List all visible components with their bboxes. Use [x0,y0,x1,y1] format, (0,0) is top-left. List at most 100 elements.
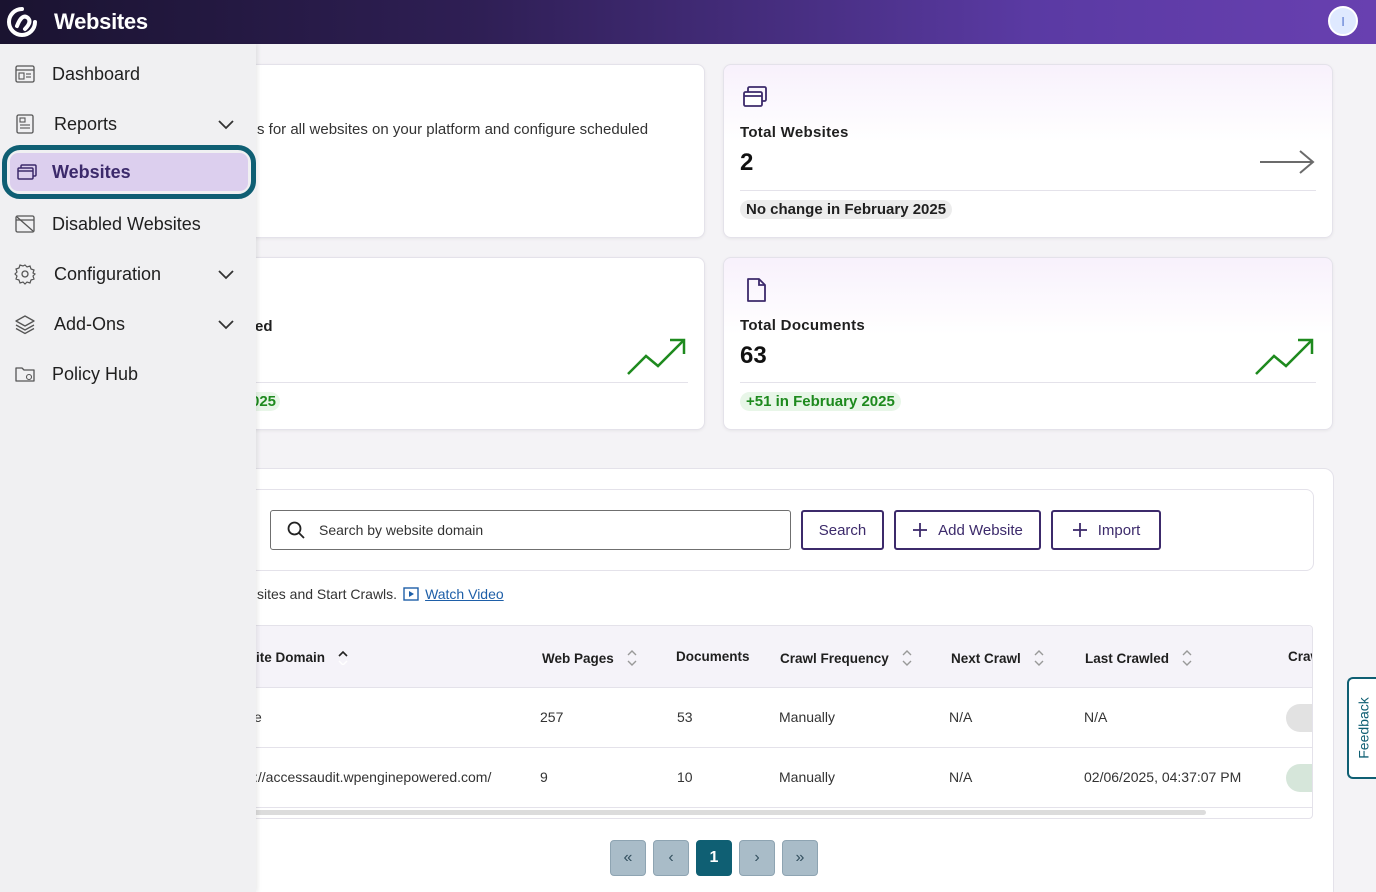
arrow-right-icon[interactable] [1258,149,1316,175]
sidebar-item-label: Policy Hub [52,363,139,384]
sidebar-item-label: Dashboard [52,63,141,84]
search-button[interactable]: Search [801,510,884,550]
feedback-tab[interactable]: Feedback [1347,677,1376,779]
websites-icon [17,164,37,180]
cell-documents: 53 [677,709,693,725]
cell-web-pages: 9 [540,769,548,785]
crawl-toggle[interactable] [1286,764,1312,792]
total-documents-label: Total Documents [740,317,866,334]
help-row: sites and Start Crawls. Watch Video [257,586,504,602]
column-documents: Documents [676,649,750,664]
column-last-crawled[interactable]: Last Crawled [1085,649,1193,667]
search-placeholder: Search by website domain [319,522,484,538]
sidebar: Dashboard Reports Websites Disabled Webs… [0,44,256,892]
chevron-down-icon[interactable] [216,264,236,284]
gear-icon [14,264,36,285]
total-documents-value: 63 [740,342,767,369]
column-web-pages-label: Web Pages [542,650,614,666]
disabled-websites-icon [15,215,35,233]
intro-card: s for all websites on your platform and … [246,64,705,238]
top-bar: Websites I [0,0,1376,44]
sort-icon[interactable] [626,649,638,667]
dashboard-icon [15,65,35,83]
cell-last-crawled: N/A [1084,709,1108,725]
add-website-button[interactable]: Add Website [894,510,1041,550]
column-crawl-frequency-label: Crawl Frequency [780,650,889,666]
user-avatar[interactable]: I [1328,6,1358,36]
table-row[interactable]: e 257 53 Manually N/A N/A [248,688,1312,748]
page-title: Websites [54,9,148,34]
column-documents-label: Documents [676,649,750,664]
column-last-crawled-label: Last Crawled [1085,650,1170,666]
import-label: Import [1097,521,1141,539]
sidebar-item-disabled-websites[interactable]: Disabled Websites [0,202,256,246]
plus-icon [1072,523,1087,537]
search-input[interactable]: Search by website domain [270,510,791,550]
pages-label-partial: ed [255,318,273,335]
crawl-toggle[interactable] [1286,704,1312,732]
page-1-button[interactable]: 1 [696,840,732,876]
chevron-down-icon[interactable] [216,314,236,334]
total-pages-card[interactable]: ed 025 [246,257,705,430]
first-page-button[interactable]: « [610,840,646,876]
sidebar-item-add-ons[interactable]: Add-Ons [0,302,256,346]
reports-icon [16,114,34,134]
sort-icon[interactable] [1033,649,1045,667]
next-page-button[interactable]: › [739,840,775,876]
pagination: « ‹ 1 › » [610,840,818,876]
sidebar-item-reports[interactable]: Reports [0,102,256,146]
total-documents-card[interactable]: Total Documents 63 +51 in February 2025 [723,257,1333,430]
sort-icon[interactable] [901,649,913,667]
table-header: ite Domain Web Pages Documents Crawl Fre… [248,626,1312,688]
sort-icon[interactable] [1181,649,1193,667]
documents-change-badge: +51 in February 2025 [740,392,901,411]
document-icon [747,278,766,302]
cell-web-pages: 257 [540,709,564,725]
column-crawl-frequency[interactable]: Crawl Frequency [780,649,913,667]
sidebar-item-websites[interactable]: Websites [2,145,256,199]
sort-asc-icon[interactable] [337,649,349,665]
cell-domain[interactable]: ://accessaudit.wpenginepowered.com/ [254,769,491,785]
column-crawl-toggle-label: Craw [1288,649,1312,664]
cell-frequency: Manually [779,709,836,725]
search-toolbar: Search by website domain Search Add Webs… [247,489,1314,571]
sidebar-item-label: Add-Ons [54,313,126,334]
app-logo-icon[interactable] [4,4,40,40]
column-domain[interactable]: ite Domain [256,649,349,665]
websites-panel: Search by website domain Search Add Webs… [246,468,1334,892]
last-page-button[interactable]: » [782,840,818,876]
column-domain-label: ite Domain [256,649,326,665]
feedback-label: Feedback [1356,697,1373,759]
table-row[interactable]: ://accessaudit.wpenginepowered.com/ 9 10… [248,748,1312,808]
search-button-label: Search [818,521,867,539]
chevron-down-icon[interactable] [216,114,236,134]
total-websites-card[interactable]: Total Websites 2 No change in February 2… [723,64,1333,238]
prev-page-button[interactable]: ‹ [653,840,689,876]
sidebar-item-policy-hub[interactable]: Policy Hub [0,352,256,396]
watch-video-link[interactable]: Watch Video [425,586,504,602]
cell-documents: 10 [677,769,693,785]
trend-up-icon [1255,338,1314,375]
websites-table: ite Domain Web Pages Documents Crawl Fre… [247,625,1313,819]
layers-icon [15,315,35,335]
help-text: sites and Start Crawls. [257,586,398,602]
card-divider [740,190,1316,191]
cell-next-crawl: N/A [949,769,973,785]
sidebar-item-dashboard[interactable]: Dashboard [0,52,256,96]
sidebar-item-label: Reports [54,113,118,134]
sidebar-item-configuration[interactable]: Configuration [0,252,256,296]
card-divider [740,382,1316,383]
card-divider [247,382,688,383]
cell-frequency: Manually [779,769,836,785]
total-websites-value: 2 [740,149,754,176]
cell-last-crawled: 02/06/2025, 04:37:07 PM [1084,769,1242,785]
column-next-crawl[interactable]: Next Crawl [951,649,1045,667]
column-web-pages[interactable]: Web Pages [542,649,638,667]
sidebar-item-label: Disabled Websites [52,213,201,234]
add-website-label: Add Website [938,521,1023,539]
sidebar-item-label: Configuration [54,263,162,284]
import-button[interactable]: Import [1051,510,1161,550]
horizontal-scrollbar[interactable] [248,810,1206,815]
intro-description: s for all websites on your platform and … [257,121,649,138]
folder-icon [15,367,35,382]
